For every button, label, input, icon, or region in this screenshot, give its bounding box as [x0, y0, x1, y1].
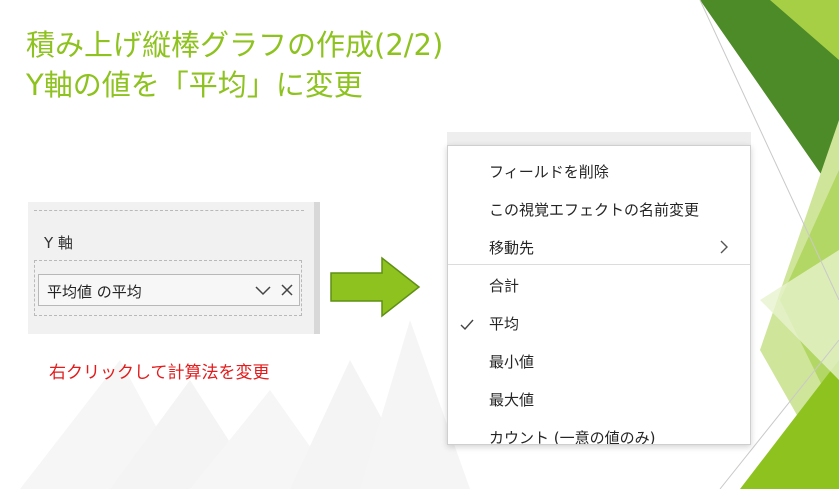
field-pill-label: 平均値 の平均 [47, 283, 142, 301]
chevron-right-icon [718, 239, 730, 259]
menu-item-label: 最大値 [489, 391, 535, 409]
menu-item-label: 最小値 [489, 353, 535, 371]
checkmark-icon [460, 317, 474, 335]
menu-item-label: カウント (一意の値のみ) [489, 429, 656, 445]
chevron-down-icon[interactable] [253, 282, 273, 302]
slide-title-line2: Y軸の値を「平均」に変更 [26, 68, 363, 102]
right-arrow-icon [330, 256, 421, 318]
slide: 積み上げ縦棒グラフの作成(2/2) Y軸の値を「平均」に変更 Y 軸 平均値 の… [0, 0, 839, 489]
menu-item-min[interactable]: 最小値 [448, 342, 750, 380]
field-pill[interactable]: 平均値 の平均 [38, 274, 300, 306]
menu-item-label: フィールドを削除 [489, 163, 609, 181]
context-menu: フィールドを削除 この視覚エフェクトの名前変更 移動先 合計 平均 最小値 最大… [447, 145, 751, 445]
menu-item-rename-visual[interactable]: この視覚エフェクトの名前変更 [448, 190, 750, 228]
menu-item-average[interactable]: 平均 [448, 304, 750, 342]
menu-item-label: この視覚エフェクトの名前変更 [489, 201, 700, 219]
menu-item-max[interactable]: 最大値 [448, 380, 750, 418]
menu-item-remove-field[interactable]: フィールドを削除 [448, 152, 750, 190]
fields-pane: Y 軸 平均値 の平均 [28, 202, 320, 334]
menu-separator [448, 264, 750, 265]
menu-item-label: 合計 [489, 277, 520, 295]
menu-item-count-distinct[interactable]: カウント (一意の値のみ) [448, 418, 750, 445]
menu-item-label: 平均 [489, 315, 520, 333]
slide-title-line1: 積み上げ縦棒グラフの作成(2/2) [26, 28, 444, 62]
divider [34, 210, 304, 211]
menu-item-sum[interactable]: 合計 [448, 266, 750, 304]
y-axis-label: Y 軸 [44, 234, 73, 252]
close-icon[interactable] [279, 282, 295, 302]
caption-text: 右クリックして計算法を変更 [49, 363, 270, 383]
menu-item-label: 移動先 [489, 239, 535, 257]
menu-item-move-to[interactable]: 移動先 [448, 228, 750, 266]
